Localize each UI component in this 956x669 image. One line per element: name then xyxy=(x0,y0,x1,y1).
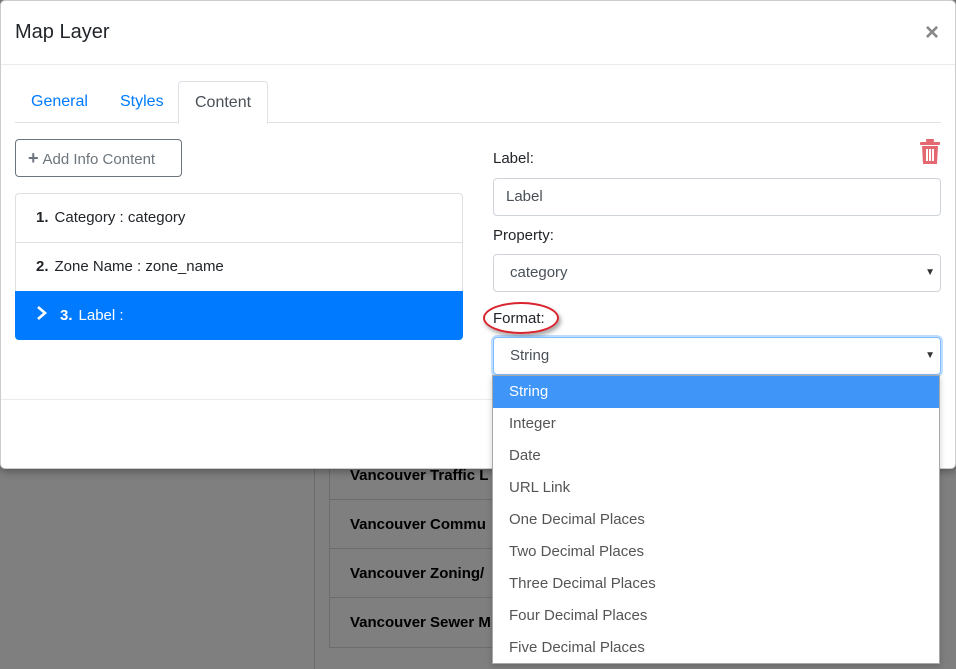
list-item-number: 1. xyxy=(36,209,49,226)
list-item[interactable]: 1. Category : category xyxy=(15,193,463,242)
format-option[interactable]: Three Decimal Places xyxy=(493,568,939,600)
list-item-text: Category : category xyxy=(54,209,186,226)
list-item-active[interactable]: 3. Label : xyxy=(15,291,463,340)
add-info-content-button[interactable]: + Add Info Content xyxy=(15,139,182,177)
list-item-number: 2. xyxy=(36,258,49,275)
tab-general[interactable]: General xyxy=(15,81,104,123)
trash-icon[interactable] xyxy=(919,139,941,165)
caret-down-icon: ▼ xyxy=(925,350,935,361)
format-option[interactable]: Date xyxy=(493,440,939,472)
tab-styles[interactable]: Styles xyxy=(104,81,180,123)
property-select[interactable]: category ▼ xyxy=(493,254,941,292)
plus-icon: + xyxy=(28,148,39,168)
format-option[interactable]: URL Link xyxy=(493,472,939,504)
tab-content[interactable]: Content xyxy=(178,81,269,124)
background-sidebar xyxy=(0,469,314,669)
format-option[interactable]: String xyxy=(493,376,939,408)
format-option[interactable]: Integer xyxy=(493,408,939,440)
list-item-text: Zone Name : zone_name xyxy=(54,258,224,275)
format-select[interactable]: String ▼ xyxy=(493,337,941,375)
label-input[interactable]: Label xyxy=(493,178,941,216)
format-option[interactable]: Five Decimal Places xyxy=(493,632,939,663)
annotation-circle xyxy=(483,302,559,334)
caret-down-icon: ▼ xyxy=(925,267,935,278)
modal-title: Map Layer xyxy=(15,21,110,43)
format-option[interactable]: Two Decimal Places xyxy=(493,536,939,568)
property-select-value: category xyxy=(510,264,568,281)
add-info-content-label: Add Info Content xyxy=(42,151,156,168)
list-item-number: 3. xyxy=(60,307,73,324)
format-option[interactable]: Four Decimal Places xyxy=(493,600,939,632)
format-option[interactable]: One Decimal Places xyxy=(493,504,939,536)
property-field-title: Property: xyxy=(493,227,554,244)
list-item[interactable]: 2. Zone Name : zone_name xyxy=(15,242,463,291)
tab-bar: General Styles Content xyxy=(15,81,941,124)
list-item-text: Label : xyxy=(78,307,124,324)
modal-header: Map Layer × xyxy=(1,1,955,65)
label-field-title: Label: xyxy=(493,150,534,167)
modal-footer-divider xyxy=(1,399,493,400)
close-button[interactable]: × xyxy=(925,17,939,49)
chevron-right-icon xyxy=(36,292,54,340)
format-select-value: String xyxy=(510,347,550,364)
format-dropdown-list: String Integer Date URL Link One Decimal… xyxy=(492,375,940,664)
